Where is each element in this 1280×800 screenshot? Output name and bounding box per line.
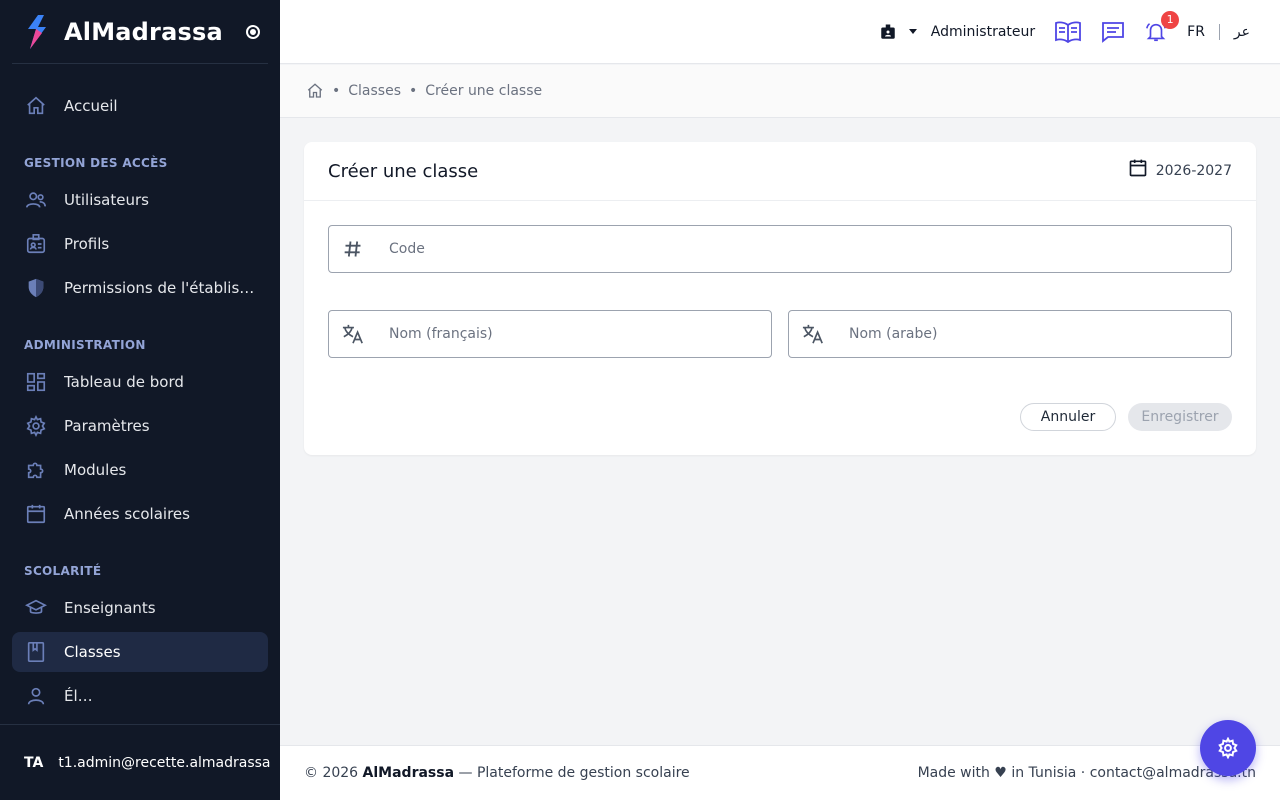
- id-card-icon: [881, 24, 895, 39]
- sidebar-item-annees-scolaires[interactable]: Années scolaires: [12, 494, 268, 534]
- lang-ar[interactable]: عر: [1234, 24, 1250, 40]
- student-icon: [24, 684, 48, 708]
- sidebar-item-label: Enseignants: [64, 599, 156, 617]
- hash-icon: [329, 239, 377, 259]
- save-button[interactable]: Enregistrer: [1128, 403, 1232, 431]
- sidebar-item-classes[interactable]: Classes: [12, 632, 268, 672]
- avatar: TA: [24, 754, 44, 771]
- name-ar-field: [788, 310, 1232, 358]
- footer-brand: AlMadrassa: [362, 765, 455, 781]
- section-title-scolarite: SCOLARITÉ: [24, 564, 102, 578]
- sidebar-item-profils[interactable]: Profils: [12, 224, 268, 264]
- copyright-prefix: © 2026: [304, 765, 359, 781]
- section-title-administration: ADMINISTRATION: [24, 338, 146, 352]
- breadcrumb-separator: •: [332, 83, 341, 99]
- shield-icon: [24, 276, 48, 300]
- sidebar-item-eleves[interactable]: Él…: [12, 676, 268, 716]
- footer-contact[interactable]: Made with ♥ in Tunisia · contact@almadra…: [918, 765, 1256, 781]
- language-switcher: FR عر: [1187, 23, 1250, 40]
- footer-tagline: — Plateforme de gestion scolaire: [458, 765, 690, 781]
- dashboard-icon: [24, 370, 48, 394]
- brand: AlMadrassa: [12, 0, 268, 64]
- sidebar-item-utilisateurs[interactable]: Utilisateurs: [12, 180, 268, 220]
- calendar-icon: [1129, 159, 1147, 177]
- sidebar-item-label: Accueil: [64, 97, 118, 115]
- logo-icon: [28, 14, 46, 49]
- school-year: 2026-2027: [1128, 159, 1232, 179]
- sidebar: AlMadrassa Accueil GESTION DES ACCÈS Uti…: [0, 0, 280, 800]
- notifications-button[interactable]: 1: [1145, 10, 1180, 43]
- section-title-access: GESTION DES ACCÈS: [24, 156, 168, 170]
- chevron-down-icon: [908, 29, 917, 34]
- sidebar-item-parametres[interactable]: Paramètres: [12, 406, 268, 446]
- home-icon: [24, 94, 48, 118]
- sidebar-item-enseignants[interactable]: Enseignants: [12, 588, 268, 628]
- breadcrumb: • Classes • Créer une classe: [280, 65, 1280, 118]
- name-fr-field: [328, 310, 772, 358]
- chat-icon[interactable]: [1101, 21, 1125, 43]
- create-class-card: Créer une classe 2026-2027 Annuler Enreg…: [304, 142, 1256, 455]
- sidebar-item-label: Él…: [64, 687, 93, 705]
- home-icon[interactable]: [306, 82, 324, 100]
- sidebar-item-label: Paramètres: [64, 417, 150, 435]
- cancel-button[interactable]: Annuler: [1020, 403, 1116, 431]
- translate-icon: [329, 323, 377, 345]
- footer-copyright: © 2026 AlMadrassa — Plateforme de gestio…: [304, 765, 690, 781]
- sidebar-item-tableau-de-bord[interactable]: Tableau de bord: [12, 362, 268, 402]
- breadcrumb-separator: •: [409, 83, 418, 99]
- sidebar-item-permissions[interactable]: Permissions de l'établiss…: [12, 268, 268, 308]
- sidebar-item-accueil[interactable]: Accueil: [12, 86, 268, 126]
- gear-icon: [1218, 737, 1238, 759]
- lang-fr[interactable]: FR: [1187, 24, 1205, 40]
- book-icon[interactable]: [1055, 21, 1082, 43]
- sidebar-item-label: Modules: [64, 461, 127, 479]
- role-switcher[interactable]: Administrateur: [879, 23, 1035, 41]
- id-badge-icon: [24, 232, 48, 256]
- sidebar-item-label: Années scolaires: [64, 505, 190, 523]
- sidebar-nav: Accueil GESTION DES ACCÈS Utilisateurs P…: [0, 64, 280, 716]
- graduation-cap-icon: [24, 596, 48, 620]
- user-email: t1.admin@recette.almadrassa: [58, 754, 271, 771]
- users-icon: [24, 188, 48, 212]
- brand-name: AlMadrassa: [64, 17, 223, 46]
- puzzle-icon: [24, 458, 48, 482]
- school-year-value: 2026-2027: [1155, 163, 1232, 179]
- role-label: Administrateur: [930, 23, 1036, 40]
- sidebar-item-modules[interactable]: Modules: [12, 450, 268, 490]
- code-input[interactable]: [377, 241, 1231, 257]
- calendar-icon: [24, 502, 48, 526]
- notification-badge: 1: [1161, 10, 1180, 29]
- breadcrumb-item-current: Créer une classe: [425, 83, 543, 99]
- code-field: [328, 225, 1232, 273]
- sidebar-item-label: Tableau de bord: [64, 373, 184, 391]
- lang-divider: [1218, 23, 1220, 40]
- sidebar-item-label: Profils: [64, 235, 110, 253]
- footer: © 2026 AlMadrassa — Plateforme de gestio…: [280, 745, 1280, 800]
- gear-icon: [24, 414, 48, 438]
- sidebar-item-label: Classes: [64, 643, 121, 661]
- name-fr-input[interactable]: [377, 326, 771, 342]
- name-ar-input[interactable]: [837, 326, 1231, 342]
- sidebar-toggle-icon[interactable]: [246, 25, 260, 39]
- bookmark-book-icon: [24, 640, 48, 664]
- settings-fab[interactable]: [1200, 720, 1256, 776]
- breadcrumb-item-classes[interactable]: Classes: [348, 83, 401, 99]
- topbar: Administrateur 1 FR عر: [280, 0, 1280, 64]
- translate-icon: [789, 323, 837, 345]
- card-header: Créer une classe 2026-2027: [304, 142, 1256, 201]
- sidebar-item-label: Permissions de l'établiss…: [64, 279, 256, 297]
- sidebar-user[interactable]: TA t1.admin@recette.almadrassa: [0, 724, 280, 800]
- page-title: Créer une classe: [328, 160, 479, 182]
- sidebar-item-label: Utilisateurs: [64, 191, 149, 209]
